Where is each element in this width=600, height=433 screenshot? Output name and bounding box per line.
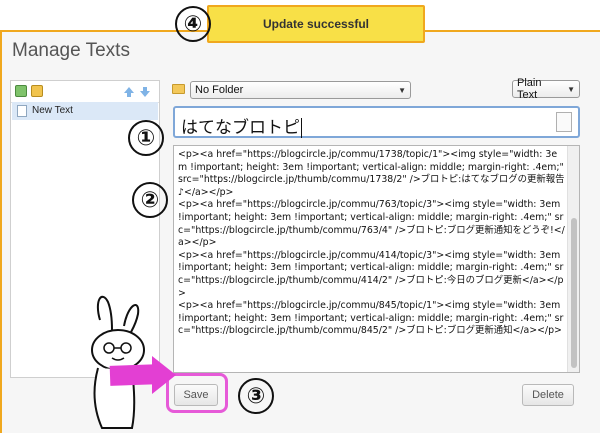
- list-item-label: New Text: [32, 105, 73, 116]
- folder-select[interactable]: No Folder ▼: [190, 81, 411, 99]
- text-body-textarea[interactable]: <p><a href="https://blogcircle.jp/commu/…: [173, 145, 580, 373]
- document-icon: [17, 105, 27, 117]
- move-down-icon[interactable]: [139, 85, 151, 97]
- toast-message: Update successful: [262, 17, 370, 31]
- callout-3: ③: [238, 378, 274, 414]
- list-item-new-text[interactable]: New Text: [12, 102, 158, 120]
- chevron-down-icon: ▼: [567, 84, 575, 94]
- folder-icon: [172, 84, 185, 94]
- format-select[interactable]: Plain Text ▼: [512, 77, 580, 101]
- textarea-scrollbar[interactable]: [567, 146, 579, 372]
- callout-2: ②: [132, 182, 168, 218]
- add-text-icon[interactable]: [15, 85, 27, 97]
- callout-1: ①: [128, 120, 164, 156]
- title-input-value: はてなブロトピ: [181, 118, 300, 138]
- update-successful-toast: Update successful: [207, 5, 425, 43]
- folder-select-value: No Folder: [195, 84, 244, 96]
- text-cursor: ​: [301, 118, 302, 138]
- list-toolbar: [11, 81, 159, 103]
- callout-4: ④: [175, 6, 211, 42]
- text-body-content: <p><a href="https://blogcircle.jp/commu/…: [178, 149, 565, 337]
- page-title: Manage Texts: [12, 40, 130, 61]
- delete-button[interactable]: Delete: [522, 384, 574, 406]
- move-up-icon[interactable]: [123, 85, 135, 97]
- pointer-arrow-head: [152, 356, 176, 394]
- chevron-down-icon: ▼: [398, 85, 406, 95]
- page-icon: [556, 112, 572, 132]
- import-icon[interactable]: [31, 85, 43, 97]
- format-select-value: Plain Text: [517, 77, 542, 101]
- text-title-input[interactable]: はてなブロトピ​: [173, 106, 580, 138]
- scrollbar-thumb[interactable]: [571, 218, 577, 368]
